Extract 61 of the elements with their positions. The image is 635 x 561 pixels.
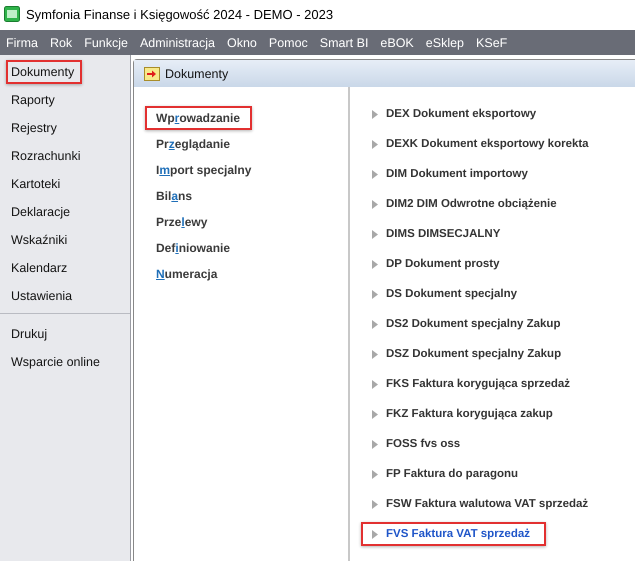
- expand-arrow-icon: [372, 140, 378, 148]
- sidebar-item[interactable]: Kalendarz: [6, 256, 76, 280]
- document-type-item[interactable]: FVS Faktura VAT sprzedaż: [361, 522, 546, 546]
- panel-title: Dokumenty: [165, 66, 228, 80]
- action-link[interactable]: Definiowanie: [145, 236, 242, 260]
- menu-item[interactable]: eBOK: [380, 36, 414, 50]
- expand-arrow-icon: [372, 200, 378, 208]
- sidebar-item[interactable]: Ustawienia: [6, 284, 80, 308]
- app-icon: [4, 6, 20, 22]
- document-type-item[interactable]: DS Dokument specjalny: [361, 282, 534, 306]
- document-type-item[interactable]: DEXK Dokument eksportowy korekta: [361, 132, 605, 156]
- document-type-item[interactable]: DEX Dokument eksportowy: [361, 102, 552, 126]
- menu-item[interactable]: Firma: [6, 36, 38, 50]
- sidebar-item[interactable]: Wskaźniki: [6, 228, 76, 252]
- document-type-item[interactable]: DIMS DIMSECJALNY: [361, 222, 516, 246]
- expand-arrow-icon: [372, 470, 378, 478]
- document-type-item[interactable]: DIM Dokument importowy: [361, 162, 544, 186]
- document-type-item[interactable]: FP Faktura do paragonu: [361, 462, 534, 486]
- expand-arrow-icon: [372, 320, 378, 328]
- action-link[interactable]: Bilans: [145, 184, 204, 208]
- expand-arrow-icon: [372, 170, 378, 178]
- expand-arrow-icon: [372, 380, 378, 388]
- sidebar-item[interactable]: Rejestry: [6, 116, 65, 140]
- menu-item[interactable]: eSklep: [426, 36, 464, 50]
- sidebar-item[interactable]: Kartoteki: [6, 172, 68, 196]
- sidebar-item[interactable]: Deklaracje: [6, 200, 78, 224]
- document-type-item[interactable]: FSW Faktura walutowa VAT sprzedaż: [361, 492, 604, 516]
- action-link[interactable]: Numeracja: [145, 262, 230, 286]
- document-type-item[interactable]: DSZ Dokument specjalny Zakup: [361, 342, 578, 366]
- sidebar-item[interactable]: Rozrachunki: [6, 144, 88, 168]
- expand-arrow-icon: [372, 440, 378, 448]
- menu-item[interactable]: Okno: [227, 36, 257, 50]
- sidebar-item[interactable]: Dokumenty: [6, 60, 82, 84]
- menu-item[interactable]: Administracja: [140, 36, 215, 50]
- expand-arrow-icon: [372, 530, 378, 538]
- document-type-item[interactable]: FKS Faktura korygująca sprzedaż: [361, 372, 586, 396]
- expand-arrow-icon: [372, 500, 378, 508]
- action-link[interactable]: Przeglądanie: [145, 132, 242, 156]
- expand-arrow-icon: [372, 290, 378, 298]
- expand-arrow-icon: [372, 260, 378, 268]
- menu-item[interactable]: Rok: [50, 36, 72, 50]
- document-type-item[interactable]: FOSS fvs oss: [361, 432, 476, 456]
- expand-arrow-icon: [372, 350, 378, 358]
- menu-item[interactable]: Pomoc: [268, 36, 308, 50]
- document-type-item[interactable]: DIM2 DIM Odwrotne obciążenie: [361, 192, 573, 216]
- document-type-item[interactable]: DS2 Dokument specjalny Zakup: [361, 312, 576, 336]
- document-type-item[interactable]: FKZ Faktura korygująca zakup: [361, 402, 569, 426]
- menu-item[interactable]: Funkcje: [84, 36, 128, 50]
- expand-arrow-icon: [372, 110, 378, 118]
- action-link[interactable]: Przelewy: [145, 210, 220, 234]
- expand-arrow-icon: [372, 230, 378, 238]
- action-link[interactable]: Wprowadzanie: [145, 106, 252, 130]
- menu-item[interactable]: KSeF: [476, 36, 508, 50]
- sidebar-item[interactable]: Wsparcie online: [6, 350, 108, 374]
- action-link[interactable]: Import specjalny: [145, 158, 264, 182]
- menu-item[interactable]: Smart BI: [320, 36, 368, 50]
- expand-arrow-icon: [372, 410, 378, 418]
- window-title: Symfonia Finanse i Księgowość 2024 - DEMO - 2023: [26, 6, 334, 22]
- sidebar-item[interactable]: Drukuj: [6, 322, 56, 346]
- sidebar-item[interactable]: Raporty: [6, 88, 63, 112]
- document-type-item[interactable]: DP Dokument prosty: [361, 252, 516, 276]
